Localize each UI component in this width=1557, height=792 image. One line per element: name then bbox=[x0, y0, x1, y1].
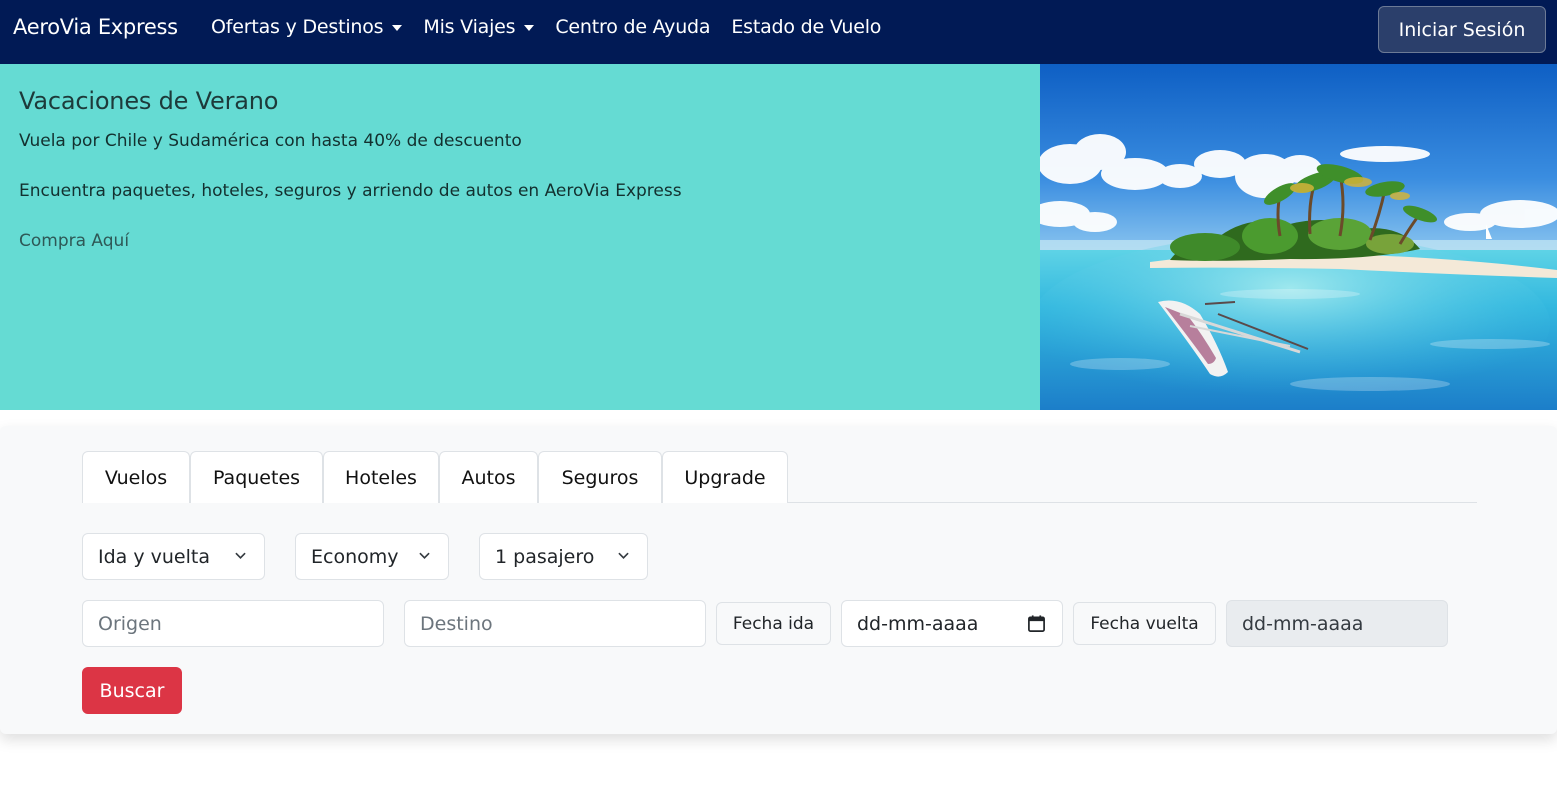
caret-down-icon bbox=[392, 25, 403, 31]
passengers-value: 1 pasajero bbox=[495, 545, 595, 568]
departure-date-label: Fecha ida bbox=[716, 602, 831, 645]
return-date-label: Fecha vuelta bbox=[1073, 602, 1216, 645]
search-button[interactable]: Buscar bbox=[82, 667, 182, 714]
destination-input[interactable]: Destino bbox=[404, 600, 706, 647]
origin-placeholder: Origen bbox=[98, 612, 162, 635]
return-date-input: dd-mm-aaaa bbox=[1226, 600, 1448, 647]
nav-item-label: Mis Viajes bbox=[423, 16, 516, 38]
chevron-down-icon bbox=[235, 552, 246, 559]
brand-logo[interactable]: AeroVia Express bbox=[13, 15, 178, 39]
nav-item-ofertas[interactable]: Ofertas y Destinos bbox=[211, 16, 403, 38]
cabin-class-select[interactable]: Economy bbox=[295, 533, 449, 580]
nav-item-label: Centro de Ayuda bbox=[555, 16, 711, 38]
hero-description: Encuentra paquetes, hoteles, seguros y a… bbox=[19, 181, 682, 201]
hero-subtitle: Vuela por Chile y Sudamérica con hasta 4… bbox=[19, 131, 522, 151]
tab-upgrade[interactable]: Upgrade bbox=[662, 451, 788, 503]
chevron-down-icon bbox=[419, 552, 430, 559]
top-navbar: AeroVia Express Ofertas y Destinos Mis V… bbox=[0, 0, 1557, 64]
calendar-icon[interactable] bbox=[1027, 614, 1046, 633]
login-button[interactable]: Iniciar Sesión bbox=[1378, 6, 1546, 53]
buy-here-link[interactable]: Compra Aquí bbox=[19, 231, 129, 251]
tab-hoteles[interactable]: Hoteles bbox=[323, 451, 439, 503]
nav-item-label: Estado de Vuelo bbox=[731, 16, 882, 38]
departure-date-value: dd-mm-aaaa bbox=[857, 612, 979, 635]
trip-type-select[interactable]: Ida y vuelta bbox=[82, 533, 265, 580]
cabin-class-value: Economy bbox=[311, 545, 399, 568]
tab-vuelos[interactable]: Vuelos bbox=[82, 451, 190, 503]
trip-type-value: Ida y vuelta bbox=[98, 545, 210, 568]
destination-placeholder: Destino bbox=[420, 612, 493, 635]
nav-item-label: Ofertas y Destinos bbox=[211, 16, 384, 38]
tab-paquetes[interactable]: Paquetes bbox=[190, 451, 323, 503]
nav-item-estado-vuelo[interactable]: Estado de Vuelo bbox=[731, 16, 881, 38]
passengers-select[interactable]: 1 pasajero bbox=[479, 533, 648, 580]
nav-links: Ofertas y Destinos Mis Viajes Centro de … bbox=[211, 16, 902, 38]
product-tabs: Vuelos Paquetes Hoteles Autos Seguros Up… bbox=[82, 451, 1477, 503]
hero-title: Vacaciones de Verano bbox=[19, 87, 279, 115]
flight-search-card: Vuelos Paquetes Hoteles Autos Seguros Up… bbox=[0, 426, 1557, 734]
origin-input[interactable]: Origen bbox=[82, 600, 384, 647]
chevron-down-icon bbox=[618, 552, 629, 559]
tropical-island-image bbox=[1040, 64, 1557, 410]
caret-down-icon bbox=[524, 25, 535, 31]
tab-autos[interactable]: Autos bbox=[439, 451, 538, 503]
nav-item-centro-ayuda[interactable]: Centro de Ayuda bbox=[555, 16, 710, 38]
departure-date-input[interactable]: dd-mm-aaaa bbox=[841, 600, 1063, 647]
hero-banner: Vacaciones de Verano Vuela por Chile y S… bbox=[0, 64, 1557, 410]
tab-seguros[interactable]: Seguros bbox=[538, 451, 662, 503]
nav-item-mis-viajes[interactable]: Mis Viajes bbox=[423, 16, 535, 38]
return-date-value: dd-mm-aaaa bbox=[1242, 612, 1364, 635]
